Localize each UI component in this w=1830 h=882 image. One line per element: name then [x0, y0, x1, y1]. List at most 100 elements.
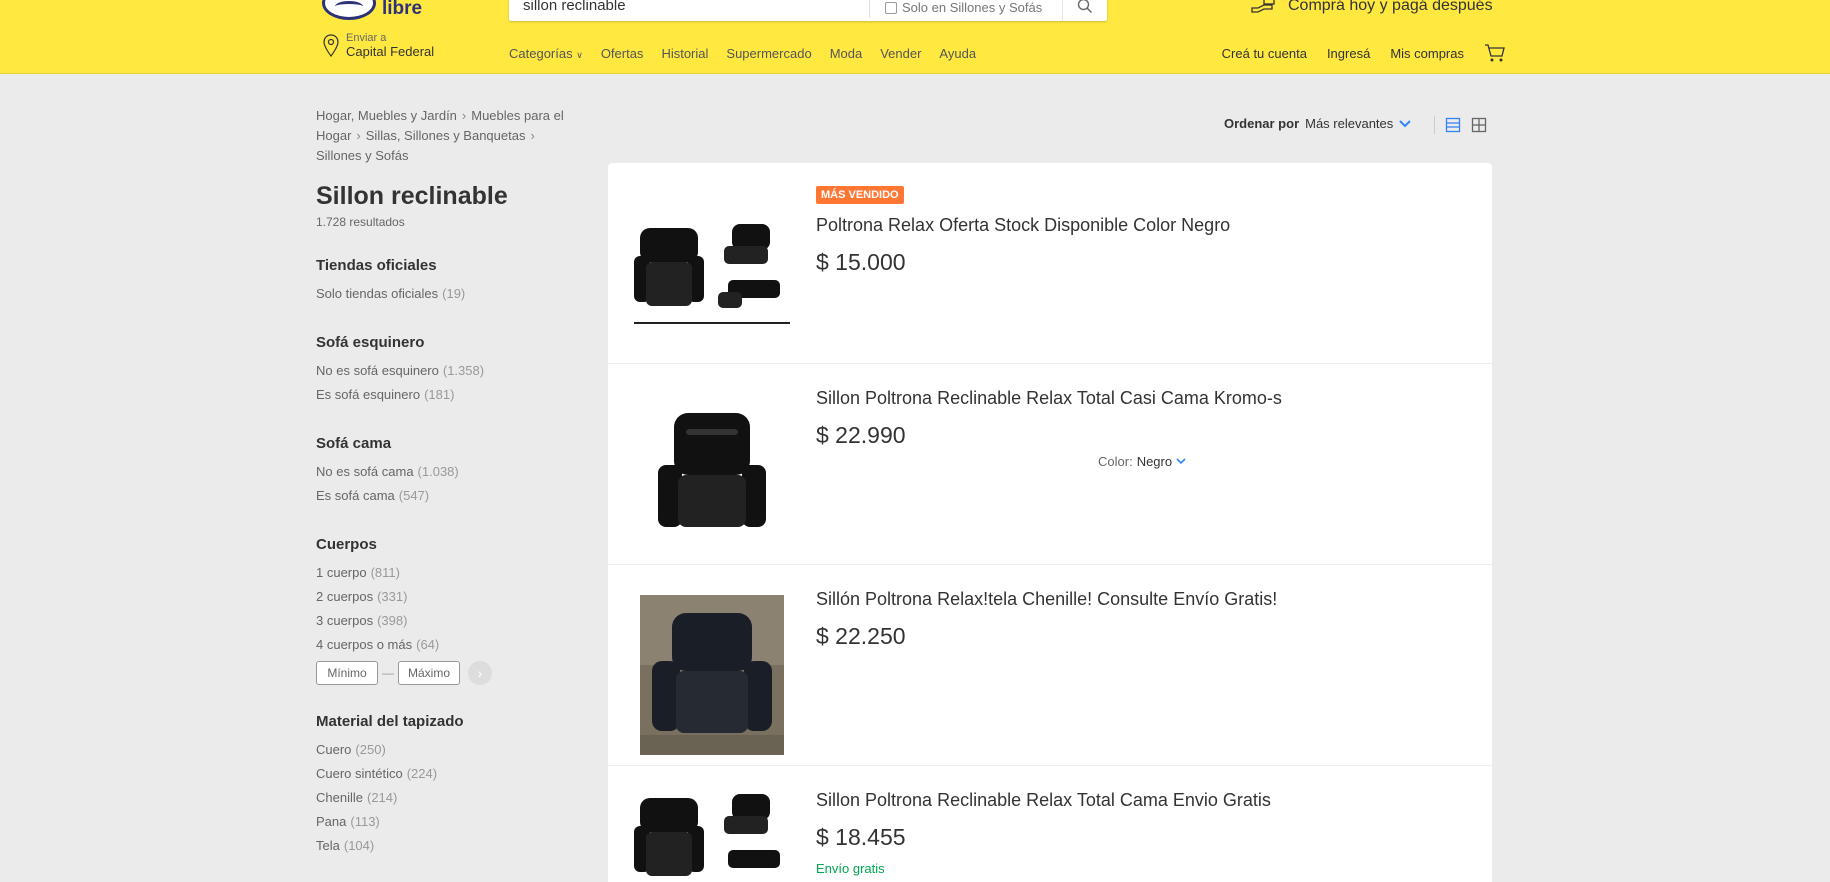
category-filter-label: Solo en Sillones y Sofás: [902, 0, 1043, 15]
nav-historial[interactable]: Historial: [661, 46, 708, 61]
chenille-recliner-photo: [640, 595, 784, 755]
filter-option[interactable]: Solo tiendas oficiales (19): [316, 282, 606, 306]
product-price: $ 18.455: [816, 824, 906, 850]
filter-option-count: (214): [366, 790, 398, 805]
nav-categorias[interactable]: Categorías ∨: [509, 46, 583, 61]
shipping-city: Capital Federal: [346, 44, 435, 59]
list-view-icon[interactable]: [1445, 117, 1461, 133]
filter-option[interactable]: Es sofá esquinero (181): [316, 383, 606, 407]
range-apply-button[interactable]: ›: [468, 661, 492, 685]
result-item[interactable]: Sillon Poltrona Reclinable Relax Total C…: [608, 766, 1492, 882]
view-toggle: [1434, 116, 1487, 134]
purchases-link[interactable]: Mis compras: [1390, 46, 1464, 61]
hand-money-icon: [1251, 0, 1275, 13]
filter-option-label: Chenille: [316, 790, 363, 805]
filter-cuerpos: Cuerpos 1 cuerpo (811) 2 cuerpos (331) 3 c…: [316, 536, 606, 685]
shipping-label: Enviar a: [346, 32, 387, 44]
color-selector[interactable]: Color: Negro: [1098, 454, 1186, 469]
user-nav: Creá tu cuenta Ingresá Mis compras: [1222, 43, 1506, 63]
search-input[interactable]: [523, 0, 923, 21]
recliner-chair-icon: [658, 413, 766, 527]
filter-option-label: Es sofá cama: [316, 488, 395, 503]
product-title[interactable]: Sillón Poltrona Relax!tela Chenille! Con…: [816, 587, 1466, 611]
filter-option-count: (181): [424, 387, 455, 402]
create-account-link[interactable]: Creá tu cuenta: [1222, 46, 1307, 61]
nav-ayuda[interactable]: Ayuda: [939, 46, 976, 61]
filter-option-count: (19): [442, 286, 466, 301]
filter-option[interactable]: Cuero (250): [316, 738, 606, 762]
nav-ofertas[interactable]: Ofertas: [601, 46, 644, 61]
promo-banner[interactable]: Comprá hoy y pagá después: [1250, 0, 1493, 16]
login-link[interactable]: Ingresá: [1327, 46, 1370, 61]
product-title[interactable]: Sillon Poltrona Reclinable Relax Total C…: [816, 788, 1466, 812]
filters-sidebar: Hogar, Muebles y Jardín › Muebles para el …: [316, 106, 606, 858]
product-image[interactable]: [632, 394, 792, 554]
filter-option-label: No es sofá cama: [316, 464, 414, 479]
filter-title: Cuerpos: [316, 536, 377, 553]
filter-tiendas-oficiales: Tiendas oficiales Solo tiendas oficiales…: [316, 257, 606, 306]
grid-view-icon[interactable]: [1471, 117, 1487, 133]
filter-option[interactable]: Tela (104): [316, 834, 606, 858]
result-item[interactable]: Sillon Poltrona Reclinable Relax Total C…: [608, 364, 1492, 565]
breadcrumb-item[interactable]: Sillas, Sillones y Banquetas: [366, 128, 526, 143]
filter-option-count: (398): [377, 613, 408, 628]
main-nav: Categorías ∨ Ofertas Historial Supermerc…: [509, 46, 976, 61]
filter-option[interactable]: No es sofá esquinero (1.358): [316, 359, 606, 383]
product-image[interactable]: [632, 595, 792, 755]
filter-option-label: Pana: [316, 814, 347, 829]
filter-option[interactable]: Chenille (214): [316, 786, 606, 810]
category-checkbox[interactable]: [885, 1, 897, 14]
nav-vender[interactable]: Vender: [880, 46, 921, 61]
filter-option[interactable]: 3 cuerpos (398): [316, 609, 606, 633]
product-info: Sillón Poltrona Relax!tela Chenille! Con…: [816, 587, 1466, 650]
search-category-filter[interactable]: Solo en Sillones y Sofás: [885, 0, 1042, 15]
results-list: MÁS VENDIDO Poltrona Relax Oferta Stock …: [608, 163, 1492, 882]
range-min-input[interactable]: Mínimo: [316, 661, 378, 685]
nav-moda[interactable]: Moda: [830, 46, 863, 61]
filter-option[interactable]: 1 cuerpo (811): [316, 561, 606, 585]
range-max-input[interactable]: Máximo: [398, 661, 460, 685]
result-item[interactable]: Sillón Poltrona Relax!tela Chenille! Con…: [608, 565, 1492, 766]
filter-title: Material del tapizado: [316, 713, 464, 730]
filter-option-count: (1.038): [417, 464, 459, 479]
sort-value: Más relevantes: [1305, 116, 1394, 131]
filter-option[interactable]: 4 cuerpos o más (64): [316, 633, 606, 657]
product-image[interactable]: [632, 788, 792, 882]
search-bar: Solo en Sillones y Sofás: [509, 0, 1107, 21]
results-count: 1.728 resultados: [316, 215, 405, 229]
filter-option[interactable]: Es sofá cama (547): [316, 484, 606, 508]
filter-option-count: (64): [416, 637, 440, 652]
result-item[interactable]: MÁS VENDIDO Poltrona Relax Oferta Stock …: [608, 163, 1492, 364]
filter-title: Sofá esquinero: [316, 334, 425, 351]
product-title[interactable]: Sillon Poltrona Reclinable Relax Total C…: [816, 386, 1466, 410]
filter-option[interactable]: Cuero sintético (224): [316, 762, 606, 786]
shipping-location[interactable]: Enviar a Capital Federal: [322, 32, 434, 59]
chevron-right-icon: ›: [461, 108, 467, 123]
top-header: libre Solo en Sillones y Sofás Comprá ho…: [0, 0, 1830, 74]
nav-supermercado[interactable]: Supermercado: [726, 46, 811, 61]
breadcrumb-item[interactable]: Hogar, Muebles y Jardín: [316, 108, 457, 123]
logo[interactable]: libre: [322, 0, 422, 20]
breadcrumb-item[interactable]: Sillones y Sofás: [316, 148, 409, 163]
filter-option-count: (1.358): [442, 363, 485, 378]
filter-option[interactable]: 2 cuerpos (331): [316, 585, 606, 609]
logo-text: libre: [382, 0, 423, 19]
sort-control[interactable]: Ordenar por Más relevantes: [1224, 116, 1411, 131]
cart-icon[interactable]: [1484, 43, 1506, 63]
product-title[interactable]: Poltrona Relax Oferta Stock Disponible C…: [816, 213, 1466, 237]
page-title: Sillon reclinable: [316, 182, 508, 210]
filter-option-label: 3 cuerpos: [316, 613, 374, 628]
filter-option[interactable]: No es sofá cama (1.038): [316, 460, 606, 484]
filter-option-count: (811): [370, 565, 400, 580]
chevron-down-icon: ∨: [576, 50, 583, 60]
filter-option[interactable]: Pana (113): [316, 810, 606, 834]
filter-option-label: No es sofá esquinero: [316, 363, 439, 378]
product-image[interactable]: [632, 193, 792, 353]
divider: [1434, 116, 1435, 134]
product-info: MÁS VENDIDO Poltrona Relax Oferta Stock …: [816, 185, 1466, 276]
filter-option-label: Solo tiendas oficiales: [316, 286, 439, 301]
filter-option-label: Cuero: [316, 742, 352, 757]
nav-label: Categorías: [509, 46, 573, 61]
search-button[interactable]: [1062, 0, 1107, 21]
breadcrumb: Hogar, Muebles y Jardín › Muebles para el …: [316, 106, 606, 166]
